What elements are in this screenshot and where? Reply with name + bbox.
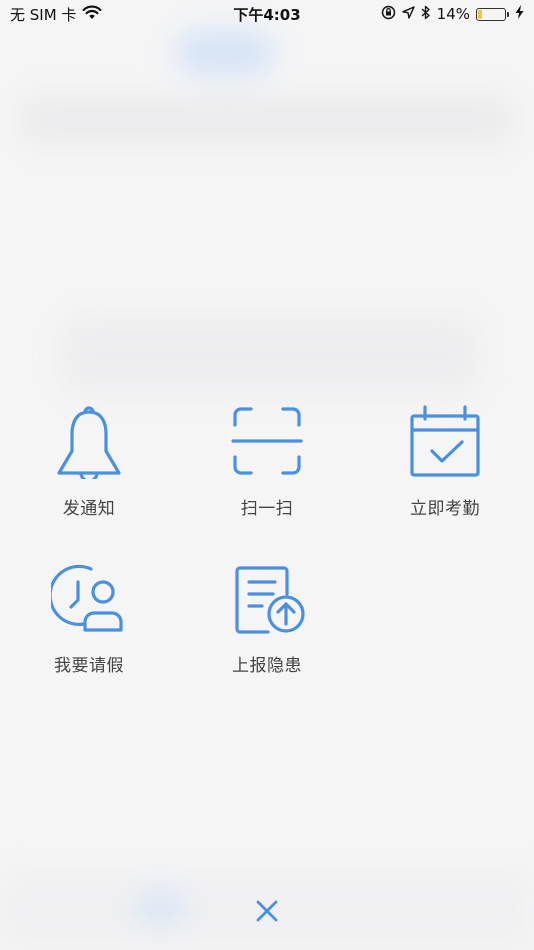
carrier-label: 无 SIM 卡 xyxy=(10,5,77,24)
action-report-hazard[interactable]: 上报隐患 xyxy=(178,560,356,676)
scan-icon xyxy=(229,403,305,479)
calendar-check-icon xyxy=(407,403,483,479)
location-icon xyxy=(401,5,415,23)
battery-icon xyxy=(476,7,509,21)
charging-icon xyxy=(515,5,524,23)
action-label: 上报隐患 xyxy=(232,656,302,676)
status-bar: 无 SIM 卡 下午4:03 14% xyxy=(0,0,534,28)
close-button[interactable] xyxy=(247,893,287,933)
document-upload-icon xyxy=(229,560,305,636)
battery-percent: 14% xyxy=(436,5,470,23)
action-send-notice[interactable]: 发通知 xyxy=(0,403,178,519)
close-icon xyxy=(256,900,278,926)
wifi-icon xyxy=(82,5,102,24)
action-request-leave[interactable]: 我要请假 xyxy=(0,560,178,676)
status-right: 14% xyxy=(381,5,524,24)
status-left: 无 SIM 卡 xyxy=(10,4,102,25)
action-label: 我要请假 xyxy=(54,656,124,676)
bluetooth-icon xyxy=(421,5,431,24)
bell-icon xyxy=(51,403,127,479)
action-label: 立即考勤 xyxy=(410,499,480,519)
action-check-in[interactable]: 立即考勤 xyxy=(356,403,534,519)
action-label: 发通知 xyxy=(62,499,116,519)
clock-person-icon xyxy=(51,560,127,636)
action-label: 扫一扫 xyxy=(240,499,294,519)
orientation-lock-icon xyxy=(381,5,396,24)
popup-screen: 无 SIM 卡 下午4:03 14% 发通知 扫一扫 立即考勤 我要请假 上报隐… xyxy=(0,0,534,950)
action-scan[interactable]: 扫一扫 xyxy=(178,403,356,519)
